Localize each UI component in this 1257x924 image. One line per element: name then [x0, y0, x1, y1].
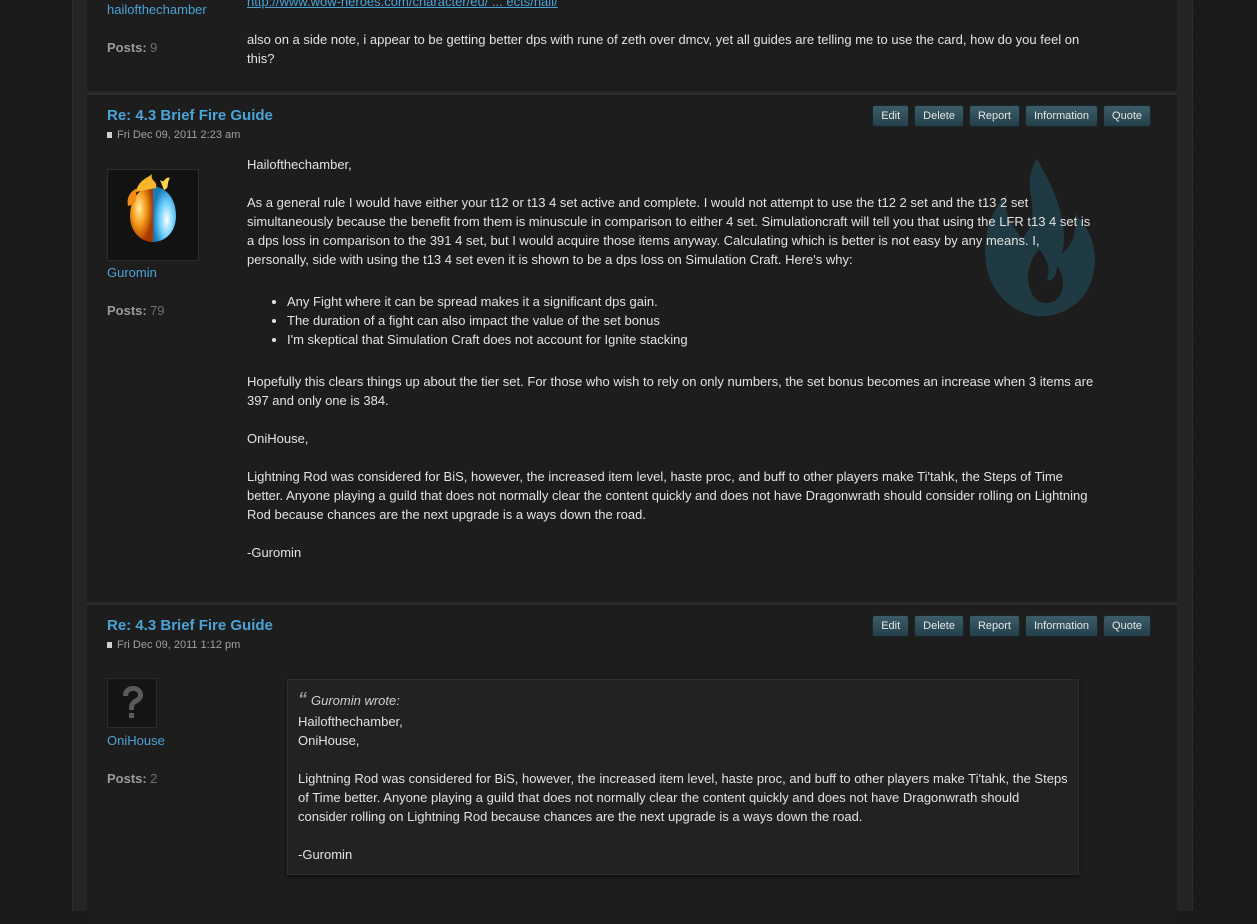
quote-paragraph: OniHouse,: [298, 733, 360, 748]
page-background-left: [0, 0, 72, 911]
post-count: Posts: 9: [107, 40, 157, 55]
avatar: [107, 678, 157, 728]
list-item: I'm skeptical that Simulation Craft does…: [287, 330, 1097, 349]
posts-value: 9: [150, 40, 158, 55]
quote-paragraph: Lightning Rod was considered for BiS, ho…: [298, 771, 1068, 824]
post-title[interactable]: Re: 4.3 Brief Fire Guide: [107, 107, 273, 124]
information-button[interactable]: Information: [1025, 615, 1099, 637]
post-author-link[interactable]: Guromin: [107, 265, 157, 280]
quote-paragraph: Hailofthechamber,: [298, 714, 403, 729]
post-paragraph: Hailofthechamber,: [247, 157, 352, 172]
list-item: The duration of a fight can also impact …: [287, 311, 1097, 330]
quote-block: “ Guromin wrote: Hailofthechamber, OniHou…: [287, 679, 1079, 875]
post-text: also on a side note, i appear to be gett…: [247, 32, 1080, 66]
information-button[interactable]: Information: [1025, 105, 1099, 127]
quote-paragraph: -Guromin: [298, 847, 353, 862]
posts-value: 79: [150, 303, 165, 318]
posts-label: Posts:: [107, 303, 147, 318]
quote-citation: “ Guromin wrote:: [298, 690, 1068, 710]
fire-frost-orb-icon: [127, 174, 176, 242]
edit-button[interactable]: Edit: [872, 615, 910, 637]
post-author-link[interactable]: hailofthechamber: [107, 2, 207, 17]
page-background-right: [1191, 0, 1257, 911]
post-actions: Edit Delete Report Information Quote: [872, 105, 1151, 127]
character-link[interactable]: http://www.wow-heroes.com/character/eu/ …: [247, 0, 558, 9]
post-paragraph: OniHouse,: [247, 431, 309, 446]
post-previous: hailofthechamber Posts: 9 http://www.wow…: [87, 0, 1177, 91]
post-content: http://www.wow-heroes.com/character/eu/ …: [247, 0, 1097, 68]
quote-button[interactable]: Quote: [1103, 615, 1151, 637]
quote-mark-icon: “: [298, 689, 307, 709]
post-date-text: Fri Dec 09, 2011 1:12 pm: [117, 639, 241, 651]
post-date: Fri Dec 09, 2011 2:23 am: [107, 129, 240, 141]
post-title[interactable]: Re: 4.3 Brief Fire Guide: [107, 617, 273, 634]
post-actions: Edit Delete Report Information Quote: [872, 615, 1151, 637]
list-item: Any Fight where it can be spread makes i…: [287, 292, 1097, 311]
post-icon: [107, 642, 112, 648]
edit-button[interactable]: Edit: [872, 105, 910, 127]
avatar: [107, 169, 199, 261]
report-button[interactable]: Report: [968, 105, 1020, 127]
post-count: Posts: 79: [107, 303, 165, 318]
post-guromin: Re: 4.3 Brief Fire Guide Fri Dec 09, 201…: [87, 93, 1177, 601]
quote-button[interactable]: Quote: [1103, 105, 1151, 127]
post-author-link[interactable]: OniHouse: [107, 733, 165, 748]
post-count: Posts: 2: [107, 771, 157, 786]
post-date: Fri Dec 09, 2011 1:12 pm: [107, 639, 240, 651]
post-date-text: Fri Dec 09, 2011 2:23 am: [117, 129, 241, 141]
post-paragraph: -Guromin: [247, 545, 302, 560]
post-bullet-list: Any Fight where it can be spread makes i…: [247, 292, 1097, 349]
forum-wrapper: hailofthechamber Posts: 9 http://www.wow…: [72, 0, 1193, 924]
quote-author: Guromin wrote:: [311, 693, 400, 708]
question-mark-icon: [123, 686, 143, 718]
post-onihouse: Re: 4.3 Brief Fire Guide Fri Dec 09, 201…: [87, 603, 1177, 924]
report-button[interactable]: Report: [968, 615, 1020, 637]
post-paragraph: As a general rule I would have either yo…: [247, 195, 1091, 267]
posts-label: Posts:: [107, 771, 147, 786]
delete-button[interactable]: Delete: [914, 615, 964, 637]
post-content: Hailofthechamber, As a general rule I wo…: [247, 155, 1097, 581]
post-paragraph: Hopefully this clears things up about th…: [247, 374, 1094, 408]
post-icon: [107, 132, 112, 138]
posts-value: 2: [150, 771, 158, 786]
delete-button[interactable]: Delete: [914, 105, 964, 127]
post-paragraph: Lightning Rod was considered for BiS, ho…: [247, 469, 1088, 522]
posts-label: Posts:: [107, 40, 147, 55]
